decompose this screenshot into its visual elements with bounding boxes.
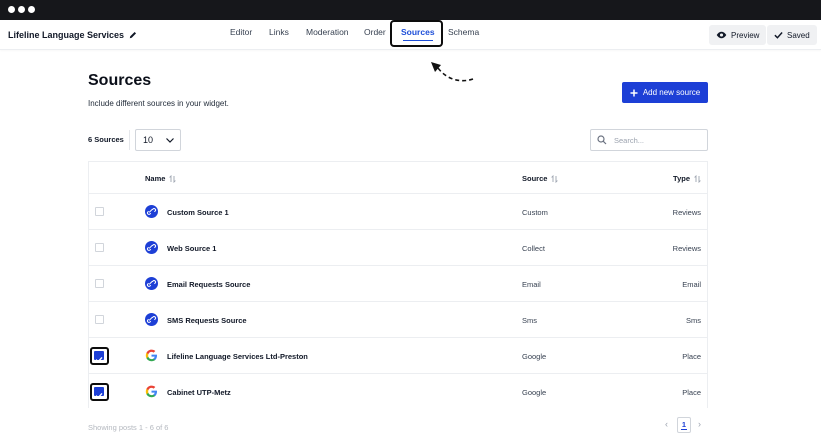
eye-icon	[716, 31, 727, 39]
google-icon	[145, 385, 158, 398]
row-name[interactable]: Email Requests Source	[167, 280, 250, 289]
row-name[interactable]: Cabinet UTP-Metz	[167, 388, 231, 397]
preview-label: Preview	[731, 30, 760, 40]
chevron-down-icon	[166, 138, 174, 143]
link-icon	[145, 205, 158, 218]
window-dot[interactable]	[8, 6, 15, 13]
checkbox-fill	[94, 387, 104, 399]
tab-schema[interactable]: Schema	[448, 20, 479, 50]
row-name[interactable]: SMS Requests Source	[167, 316, 247, 325]
check-icon	[95, 392, 103, 399]
per-page-value: 10	[143, 135, 154, 145]
tab-moderation[interactable]: Moderation	[306, 20, 349, 50]
column-header-type-label: Type	[673, 174, 690, 183]
row-name[interactable]: Custom Source 1	[167, 208, 229, 217]
sort-icon	[169, 174, 177, 183]
column-header-source-label: Source	[522, 174, 548, 183]
link-icon	[145, 313, 158, 326]
previous-page-button[interactable]: ‹	[665, 419, 668, 429]
row-source: Collect	[522, 244, 545, 253]
window-titlebar	[0, 0, 821, 20]
saved-button[interactable]: Saved	[767, 25, 817, 45]
page-number-label: 1	[681, 420, 687, 429]
search-placeholder: Search...	[614, 136, 645, 145]
column-header-type[interactable]: Type	[673, 174, 701, 183]
google-icon	[145, 349, 158, 362]
toolbar-divider	[129, 130, 130, 150]
table-row[interactable]: Email Requests Source Email Email	[89, 265, 707, 301]
sources-tab-highlight-frame	[390, 20, 443, 47]
page-number-button[interactable]: 1	[677, 417, 691, 433]
project-name: Lifeline Language Services	[8, 30, 125, 40]
pencil-icon	[129, 31, 137, 39]
row-type: Email	[682, 280, 701, 289]
row-source: Sms	[522, 316, 537, 325]
search-input[interactable]: Search...	[590, 129, 708, 151]
sort-icon	[694, 174, 701, 183]
add-new-source-button[interactable]: Add new source	[622, 82, 708, 103]
check-icon	[774, 31, 783, 39]
page-subtitle: Include different sources in your widget…	[88, 99, 229, 108]
tab-links[interactable]: Links	[269, 20, 289, 50]
row-source: Google	[522, 352, 547, 361]
saved-label: Saved	[787, 30, 810, 40]
checkbox-fill	[94, 351, 104, 363]
add-new-source-label: Add new source	[642, 88, 701, 97]
window-dot[interactable]	[18, 6, 25, 13]
tab-order[interactable]: Order	[364, 20, 386, 50]
sources-count: 6 Sources	[88, 135, 124, 144]
plus-icon	[630, 89, 638, 96]
sources-table: Name Source Type Custom Source 1 Custom …	[88, 161, 708, 408]
row-type: Reviews	[672, 244, 701, 253]
project-name-editor[interactable]: Lifeline Language Services	[4, 25, 141, 45]
row-checkbox[interactable]	[95, 315, 104, 324]
column-header-source[interactable]: Source	[522, 174, 559, 183]
row-type: Place	[682, 352, 701, 361]
tab-editor[interactable]: Editor	[230, 20, 252, 50]
preview-button[interactable]: Preview	[709, 25, 767, 45]
check-icon	[95, 356, 103, 363]
link-icon	[145, 241, 158, 254]
page-title: Sources	[88, 72, 152, 89]
row-source: Custom	[522, 208, 548, 217]
row-type: Place	[682, 388, 701, 397]
row-checkbox[interactable]	[95, 243, 104, 252]
row-source: Email	[522, 280, 541, 289]
row-checkbox-checked[interactable]	[90, 347, 109, 365]
row-checkbox-checked[interactable]	[90, 383, 109, 401]
search-icon	[597, 135, 607, 145]
table-row[interactable]: Custom Source 1 Custom Reviews	[89, 193, 707, 229]
row-source: Google	[522, 388, 547, 397]
column-header-name-label: Name	[145, 174, 166, 183]
table-row[interactable]: Web Source 1 Collect Reviews	[89, 229, 707, 265]
row-type: Sms	[686, 316, 701, 325]
sort-icon	[551, 174, 559, 183]
table-row[interactable]: SMS Requests Source Sms Sms	[89, 301, 707, 337]
row-name[interactable]: Lifeline Language Services Ltd-Preston	[167, 352, 308, 361]
row-name[interactable]: Web Source 1	[167, 244, 216, 253]
dashed-arrow-annotation	[431, 62, 474, 82]
row-type: Reviews	[672, 208, 701, 217]
row-checkbox[interactable]	[95, 207, 104, 216]
row-checkbox[interactable]	[95, 279, 104, 288]
column-header-name[interactable]: Name	[145, 174, 177, 183]
table-row[interactable]: Cabinet UTP-Metz Google Place	[89, 373, 707, 409]
table-row[interactable]: Lifeline Language Services Ltd-Preston G…	[89, 337, 707, 373]
pagination-summary: Showing posts 1 - 6 of 6	[88, 423, 169, 432]
link-icon	[145, 277, 158, 290]
page-number-underline	[681, 429, 687, 430]
window-dot[interactable]	[28, 6, 35, 13]
next-page-button[interactable]: ›	[698, 419, 701, 429]
per-page-select[interactable]: 10	[135, 129, 181, 151]
